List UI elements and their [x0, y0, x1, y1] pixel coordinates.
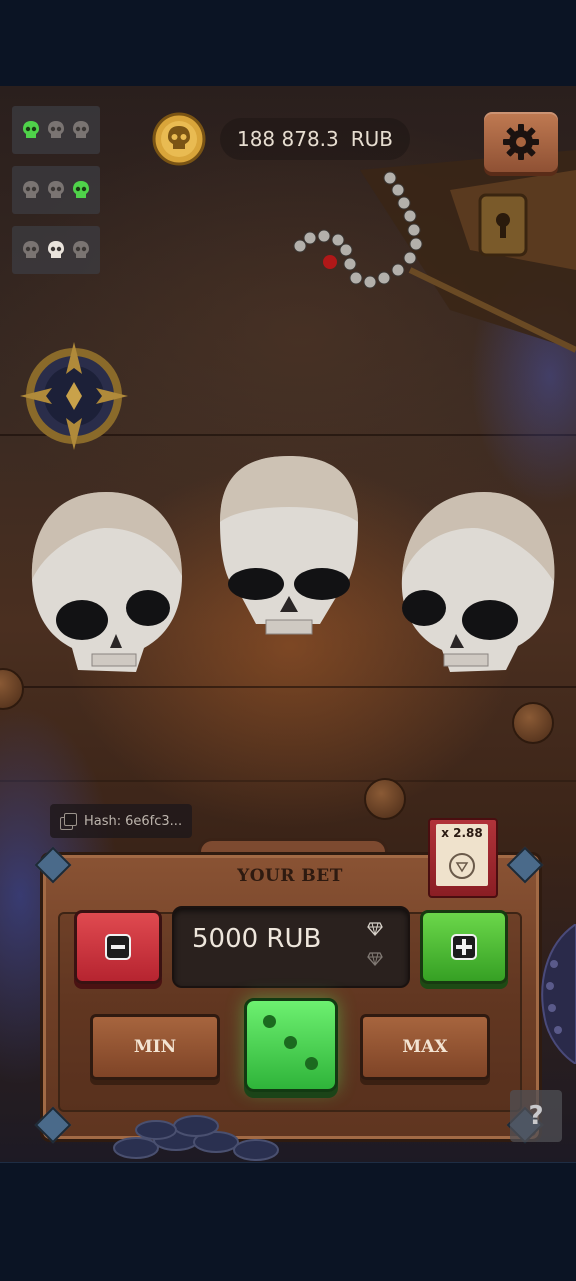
- help-button[interactable]: ?: [510, 1090, 562, 1142]
- skull-icon: [73, 241, 90, 258]
- balance-amount: 188 878.3: [236, 127, 339, 151]
- history-row: [12, 106, 100, 154]
- plus-icon: [451, 934, 477, 960]
- compass-decoration: [20, 342, 128, 450]
- gem-icon: [367, 922, 383, 936]
- coin-pile-decoration: [113, 1115, 279, 1161]
- top-status-bar: [0, 0, 576, 86]
- minus-icon: [105, 934, 131, 960]
- settings-button[interactable]: [484, 112, 558, 172]
- dice-icon: [263, 1015, 276, 1028]
- bet-panel-title: YOUR BET: [237, 866, 343, 886]
- skull-icon: [22, 121, 39, 138]
- round-history: [12, 106, 100, 286]
- skull-icon: [47, 181, 64, 198]
- history-row: [12, 166, 100, 214]
- coin-skull-icon: [152, 112, 206, 166]
- gem-icon: [367, 952, 383, 966]
- hash-label: Hash:: [84, 813, 122, 829]
- skull-center: [220, 456, 358, 635]
- gem-badge-icon: [449, 853, 475, 879]
- skull-right: [401, 492, 555, 672]
- coin-token-decoration: [512, 702, 554, 744]
- skull-icon: [22, 241, 39, 258]
- skull-icon: [73, 181, 90, 198]
- bet-amount-value: 5000 RUB: [192, 924, 322, 954]
- skull-icon: [73, 121, 90, 138]
- skull-icon: [47, 121, 64, 138]
- hash-badge[interactable]: Hash: 6e6fc3...: [50, 804, 192, 838]
- min-bet-button[interactable]: MIN: [90, 1014, 220, 1080]
- skull-icon: [22, 181, 39, 198]
- coin-token-decoration: [364, 778, 406, 820]
- increase-bet-button[interactable]: [420, 910, 508, 984]
- skull-icon: [47, 241, 64, 258]
- bottom-navigation-bar: [0, 1162, 576, 1281]
- balance-display: 188 878.3 RUB: [220, 118, 410, 160]
- settings-gear-icon: [503, 124, 539, 160]
- copy-icon: [60, 813, 77, 830]
- skull-left: [31, 492, 182, 672]
- max-bet-button[interactable]: MAX: [360, 1014, 490, 1080]
- bead-chain-decoration: [293, 171, 423, 289]
- decrease-bet-button[interactable]: [74, 910, 162, 984]
- hash-value: 6e6fc3...: [125, 813, 183, 829]
- question-icon: ?: [528, 1101, 544, 1131]
- tentacle-decoration: [541, 924, 576, 1064]
- history-row: [12, 226, 100, 274]
- balance-currency: RUB: [350, 127, 394, 151]
- roll-dice-button[interactable]: [244, 998, 338, 1092]
- multiplier-value: x 2.88: [441, 826, 483, 840]
